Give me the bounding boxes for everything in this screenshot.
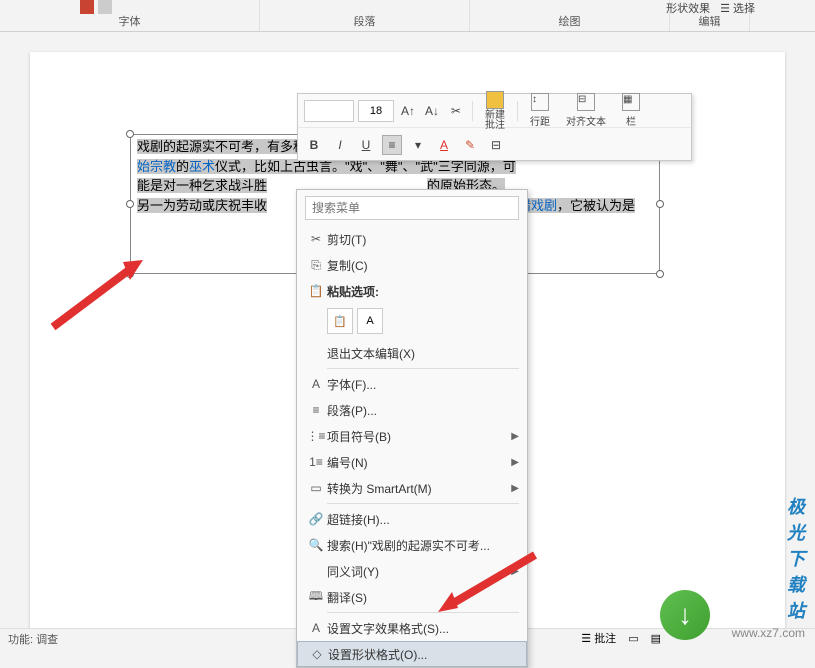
hyperlink-icon: 🔗 (305, 510, 327, 528)
paste-text-only-icon[interactable]: A (357, 308, 383, 334)
bullets-icon: ⋮≡ (305, 427, 327, 445)
line-spacing-icon: ↕ (531, 93, 549, 111)
italic-icon[interactable]: I (330, 135, 350, 155)
font-color-icon[interactable]: A (434, 135, 454, 155)
ribbon-label-paragraph: 段落 (354, 13, 376, 29)
smartart-icon: ▭ (305, 479, 327, 497)
numbering-icon: 1≡ (305, 453, 327, 471)
copy-icon: ⎘ (305, 256, 327, 274)
ribbon-label-drawing: 绘图 (559, 13, 581, 29)
shrink-font-icon[interactable]: A↓ (422, 101, 442, 121)
download-logo-icon (660, 590, 710, 640)
separator (517, 101, 518, 121)
mini-toolbar-row1: A↑ A↓ ✂ 新建 批注 ↕ 行距 ⊟ 对齐文本 ▦ 栏 (298, 94, 691, 128)
menu-bullets[interactable]: ⋮≡ 项目符号(B) ▶ (297, 423, 527, 449)
menu-text-effects[interactable]: A 设置文字效果格式(S)... (297, 615, 527, 641)
ribbon-group-drawing: 绘图 (470, 0, 670, 31)
menu-cut[interactable]: ✂ 剪切(T) (297, 226, 527, 252)
submenu-arrow-icon: ▶ (511, 483, 519, 494)
menu-copy[interactable]: ⎘ 复制(C) (297, 252, 527, 278)
font-color-icon[interactable] (80, 0, 94, 14)
selection-handle[interactable] (656, 270, 664, 278)
text-effects-icon: A (305, 619, 327, 637)
paragraph-icon: ≡ (305, 401, 327, 419)
selection-handle[interactable] (126, 130, 134, 138)
blank-icon (305, 562, 327, 580)
menu-separator (327, 503, 519, 504)
menu-convert-smartart[interactable]: ▭ 转换为 SmartArt(M) ▶ (297, 475, 527, 501)
grow-font-icon[interactable]: A↑ (398, 101, 418, 121)
text-line: 的 (176, 159, 189, 174)
text-line: 另一为劳动或庆祝丰收 (137, 198, 267, 213)
align-text-button[interactable]: ⊟ 对齐文本 (560, 93, 612, 128)
select-label[interactable]: ☰ 选择 (720, 0, 755, 16)
underline-icon[interactable]: U (356, 135, 376, 155)
status-text: 功能: 调查 (8, 631, 58, 647)
menu-font[interactable]: A 字体(F)... (297, 371, 527, 397)
hyperlink-text[interactable]: 巫术 (189, 159, 215, 174)
comment-icon (486, 91, 504, 109)
shape-effects-label[interactable]: 形状效果 (666, 0, 710, 16)
paste-icon: 📋 (305, 282, 327, 300)
font-name-combo[interactable] (304, 100, 354, 122)
font-icon: A (305, 375, 327, 393)
columns-button[interactable]: ▦ 栏 (616, 93, 646, 128)
bold-icon[interactable]: B (304, 135, 324, 155)
highlight-icon[interactable]: ✎ (460, 135, 480, 155)
mini-toolbar: A↑ A↓ ✂ 新建 批注 ↕ 行距 ⊟ 对齐文本 ▦ 栏 B I U ≡ ▾ … (297, 93, 692, 161)
search-icon: 🔍 (305, 536, 327, 554)
text-line: 始宗教 (137, 159, 176, 174)
selection-handle[interactable] (126, 200, 134, 208)
char-shading-icon[interactable] (98, 0, 112, 14)
submenu-arrow-icon: ▶ (511, 431, 519, 442)
ribbon-group-font: 字体 (0, 0, 260, 31)
menu-paste-options-label: 📋 粘贴选项: (297, 278, 527, 304)
ribbon-icons (80, 0, 112, 14)
translate-icon: 🕮 (305, 588, 327, 606)
align-left-button[interactable]: ≡ (382, 135, 402, 155)
menu-hyperlink[interactable]: 🔗 超链接(H)... (297, 506, 527, 532)
line-spacing-button[interactable]: ↕ 行距 (524, 93, 556, 128)
new-comment-button[interactable]: 新建 批注 (479, 91, 511, 131)
watermark-url: www.xz7.com (732, 626, 805, 640)
format-painter-icon[interactable]: ✂ (446, 101, 466, 121)
annotation-arrow-right (430, 550, 540, 615)
submenu-arrow-icon: ▶ (511, 457, 519, 468)
menu-search-input[interactable] (305, 196, 519, 220)
text-line: ，它被认为是 (557, 198, 635, 213)
watermark-brand: 极光下载站 (787, 493, 805, 623)
font-size-combo[interactable] (358, 100, 394, 122)
view-mode-icon[interactable]: ▭ (624, 632, 642, 645)
paste-options-row: 📋 A (297, 304, 527, 340)
menu-search (305, 196, 519, 220)
align-dropdown-icon[interactable]: ▾ (408, 135, 428, 155)
selection-handle[interactable] (656, 200, 664, 208)
text-line: 能是对一种乞求战斗胜 (137, 178, 267, 193)
align-center-icon[interactable]: ⊟ (486, 135, 506, 155)
ribbon-extra: 形状效果 ☰ 选择 (666, 0, 755, 16)
mini-toolbar-row2: B I U ≡ ▾ A ✎ ⊟ (298, 128, 691, 162)
menu-shape-format[interactable]: ◇ 设置形状格式(O)... (297, 641, 527, 667)
align-icon: ⊟ (577, 93, 595, 111)
cut-icon: ✂ (305, 230, 327, 248)
text-line: 戏剧的起源实不可考， (137, 139, 267, 154)
menu-numbering[interactable]: 1≡ 编号(N) ▶ (297, 449, 527, 475)
menu-separator (327, 368, 519, 369)
ribbon-group-paragraph: 段落 (260, 0, 470, 31)
view-mode-icon[interactable]: ▤ (647, 632, 665, 645)
blank-icon (305, 344, 327, 362)
columns-icon: ▦ (622, 93, 640, 111)
paste-keep-source-icon[interactable]: 📋 (327, 308, 353, 334)
separator (472, 101, 473, 121)
menu-paragraph[interactable]: ≡ 段落(P)... (297, 397, 527, 423)
comments-button[interactable]: ☰ 批注 (577, 630, 620, 646)
status-right: ☰ 批注 ▭ ▤ (577, 630, 665, 646)
ribbon-label-font: 字体 (119, 13, 141, 29)
annotation-arrow-left (48, 252, 148, 332)
menu-exit-text-edit[interactable]: 退出文本编辑(X) (297, 340, 527, 366)
